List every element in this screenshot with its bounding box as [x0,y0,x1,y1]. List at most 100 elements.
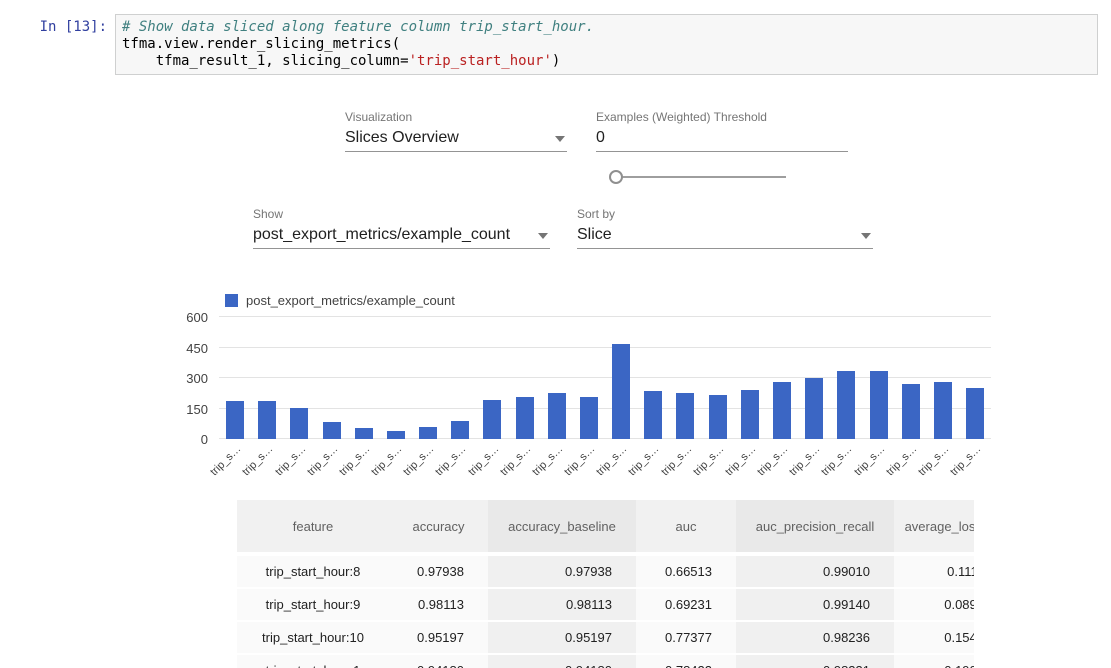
table-cell: 0.98236 [736,621,894,654]
cell-prompt: In [13]: [0,19,107,35]
chevron-down-icon[interactable] [861,233,871,239]
code-line-3: tfma_result_1, slicing_column= [122,53,409,69]
show-value[interactable]: post_export_metrics/example_count [253,224,550,249]
table-cell: 0.1111 [894,554,974,588]
table-cell: 0.1541 [894,621,974,654]
visualization-select[interactable]: Visualization Slices Overview [345,110,567,152]
threshold-slider[interactable] [609,170,786,184]
threshold-input-group: Examples (Weighted) Threshold 0 [596,110,848,152]
table-cell: 0.95197 [488,621,636,654]
table-cell: 0.0892 [894,588,974,621]
code-close-paren: ) [552,53,560,69]
y-tick-label: 300 [186,371,208,386]
sort-by-select[interactable]: Sort by Slice [577,207,873,249]
visualization-label: Visualization [345,110,567,124]
chart-bar[interactable] [870,371,888,439]
y-tick-label: 150 [186,402,208,417]
show-label: Show [253,207,550,221]
legend-swatch [225,294,238,307]
table-header-row: featureaccuracyaccuracy_baselineaucauc_p… [237,500,974,554]
table-row: trip_start_hour:100.951970.951970.773770… [237,621,974,654]
chart-yaxis: 0150300450600 [166,317,208,439]
chart-bar[interactable] [934,382,952,439]
code-line-2: tfma.view.render_slicing_metrics( [122,36,400,52]
chart-bar[interactable] [451,421,469,439]
table-cell: trip_start_hour:8 [237,554,389,588]
chart-bar[interactable] [548,393,566,439]
table-cell: 0.99140 [736,588,894,621]
metrics-table-container: featureaccuracyaccuracy_baselineaucauc_p… [237,500,974,668]
chart-bar[interactable] [741,390,759,439]
chart-bar[interactable] [387,431,405,439]
sort-by-value[interactable]: Slice [577,224,873,249]
chart-bar[interactable] [902,384,920,439]
sort-by-label: Sort by [577,207,873,221]
chart-bar[interactable] [644,391,662,439]
table-row: trip_start_hour:90.981130.981130.692310.… [237,588,974,621]
table-cell: 0.1901 [894,654,974,668]
table-cell: 0.98113 [389,588,488,621]
column-header: auc_precision_recall [736,500,894,554]
legend-label: post_export_metrics/example_count [246,293,455,308]
chart-bar[interactable] [258,401,276,439]
table-row: trip_start_hour:80.979380.979380.665130.… [237,554,974,588]
metrics-table: featureaccuracyaccuracy_baselineaucauc_p… [237,500,974,668]
chart-bar[interactable] [709,395,727,439]
table-cell: 0.98231 [736,654,894,668]
table-cell: 0.69231 [636,588,736,621]
table-cell: 0.97938 [488,554,636,588]
table-cell: trip_start_hour:10 [237,621,389,654]
chart-bar[interactable] [837,371,855,439]
notebook-page: In [13]: # Show data sliced along featur… [0,0,1111,668]
threshold-label: Examples (Weighted) Threshold [596,110,848,124]
show-metric-select[interactable]: Show post_export_metrics/example_count [253,207,550,249]
code-editor[interactable]: # Show data sliced along feature column … [115,14,1098,75]
chart-plot [219,317,991,439]
table-cell: 0.98113 [488,588,636,621]
chevron-down-icon[interactable] [555,136,565,142]
visualization-value[interactable]: Slices Overview [345,127,567,152]
threshold-input[interactable]: 0 [596,127,848,152]
column-header: average_los [894,500,974,554]
table-cell: 0.78422 [636,654,736,668]
chart-xlabels: trip_s…trip_s…trip_s…trip_s…trip_s…trip_… [219,441,991,481]
chart-bar[interactable] [323,422,341,439]
y-tick-label: 600 [186,310,208,325]
table-cell: 0.77377 [636,621,736,654]
chart-bar[interactable] [676,393,694,439]
table-cell: trip_start_hour:1 [237,654,389,668]
table-cell: trip_start_hour:9 [237,588,389,621]
chart-bar[interactable] [612,344,630,439]
table-body: trip_start_hour:80.979380.979380.665130.… [237,554,974,668]
column-header: auc [636,500,736,554]
table-cell: 0.66513 [636,554,736,588]
chart-bar[interactable] [290,408,308,439]
table-cell: 0.94180 [389,654,488,668]
chevron-down-icon[interactable] [538,233,548,239]
slider-track[interactable] [617,176,786,178]
chart-bar[interactable] [805,378,823,439]
chart-legend: post_export_metrics/example_count [225,293,455,308]
table-cell: 0.94180 [488,654,636,668]
slider-thumb[interactable] [609,170,623,184]
code-comment: # Show data sliced along feature column … [122,19,594,35]
x-tick-label: trip_s… [208,443,243,478]
y-tick-label: 0 [201,432,208,447]
chart-bar[interactable] [226,401,244,439]
code-string: 'trip_start_hour' [409,53,552,69]
chart-bar[interactable] [516,397,534,439]
chart-bar[interactable] [773,382,791,439]
column-header: accuracy_baseline [488,500,636,554]
chart-bar[interactable] [355,428,373,439]
chart-bar[interactable] [580,397,598,439]
table-cell: 0.95197 [389,621,488,654]
chart-bar[interactable] [483,400,501,439]
table-row: trip_start_hour:10.941800.941800.784220.… [237,654,974,668]
chart-bar[interactable] [419,427,437,439]
bar-chart: 0150300450600 trip_s…trip_s…trip_s…trip_… [166,317,996,482]
table-cell: 0.99010 [736,554,894,588]
table-cell: 0.97938 [389,554,488,588]
column-header: accuracy [389,500,488,554]
chart-bars [219,317,991,439]
chart-bar[interactable] [966,388,984,439]
